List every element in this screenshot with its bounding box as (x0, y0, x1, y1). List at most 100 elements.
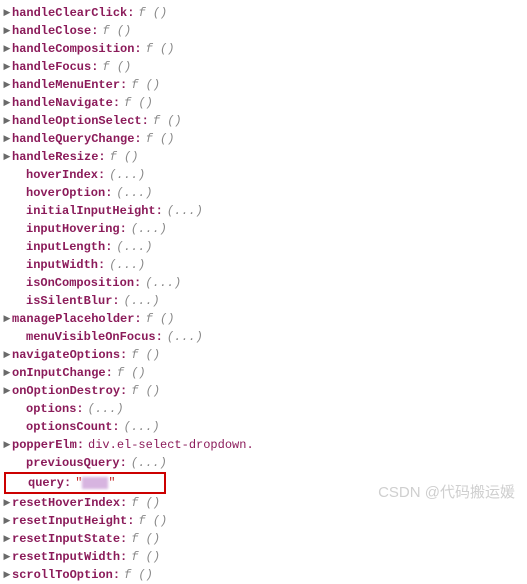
property-row[interactable]: ▶resetInputState:f () (2, 530, 527, 548)
property-value: (...) (167, 202, 203, 220)
property-key: resetHoverIndex (12, 494, 120, 512)
property-value: (...) (124, 418, 160, 436)
property-row[interactable]: ▶popperElm:div.el-select-dropdown. (2, 436, 527, 454)
property-row: menuVisibleOnFocus:(...) (2, 328, 527, 346)
property-value: (...) (109, 166, 145, 184)
property-row[interactable]: ▶handleQueryChange:f () (2, 130, 527, 148)
property-row: query:"" (2, 472, 527, 494)
colon-separator: : (105, 184, 112, 202)
property-row[interactable]: ▶onInputChange:f () (2, 364, 527, 382)
property-row[interactable]: ▶handleOptionSelect:f () (2, 112, 527, 130)
property-value: (...) (131, 454, 167, 472)
property-row[interactable]: ▶handleClearClick:f () (2, 4, 527, 22)
property-row: inputWidth:(...) (2, 256, 527, 274)
property-row[interactable]: ▶onOptionDestroy:f () (2, 382, 527, 400)
colon-separator: : (142, 112, 149, 130)
colon-separator: : (120, 76, 127, 94)
colon-separator: : (127, 512, 134, 530)
property-row: isOnComposition:(...) (2, 274, 527, 292)
colon-separator: : (113, 94, 120, 112)
colon-separator: : (156, 202, 163, 220)
property-row: isSilentBlur:(...) (2, 292, 527, 310)
property-row: inputHovering:(...) (2, 220, 527, 238)
property-key: handleNavigate (12, 94, 113, 112)
property-key: scrollToOption (12, 566, 113, 584)
expand-arrow-icon[interactable]: ▶ (2, 532, 12, 546)
expand-arrow-icon[interactable]: ▶ (2, 438, 12, 452)
expand-arrow-icon[interactable]: ▶ (2, 384, 12, 398)
property-value: " (75, 474, 82, 492)
property-value: (...) (88, 400, 124, 418)
expand-arrow-icon[interactable]: ▶ (2, 78, 12, 92)
property-key: onInputChange (12, 364, 106, 382)
property-value: f () (131, 494, 160, 512)
property-row: previousQuery:(...) (2, 454, 527, 472)
property-value: (...) (131, 220, 167, 238)
property-key: handleClearClick (12, 4, 127, 22)
colon-separator: : (113, 566, 120, 584)
expand-arrow-icon[interactable]: ▶ (2, 312, 12, 326)
property-row[interactable]: ▶handleNavigate:f () (2, 94, 527, 112)
expand-arrow-icon[interactable]: ▶ (2, 568, 12, 582)
property-row[interactable]: ▶navigateOptions:f () (2, 346, 527, 364)
expand-arrow-icon[interactable]: ▶ (2, 132, 12, 146)
expand-arrow-icon[interactable]: ▶ (2, 96, 12, 110)
property-row[interactable]: ▶managePlaceholder:f () (2, 310, 527, 328)
property-key: handleMenuEnter (12, 76, 120, 94)
colon-separator: : (98, 256, 105, 274)
property-row[interactable]: ▶handleFocus:f () (2, 58, 527, 76)
property-row[interactable]: ▶handleComposition:f () (2, 40, 527, 58)
property-value: f () (124, 94, 153, 112)
object-property-list: ▶handleClearClick:f ()▶handleClose:f ()▶… (2, 4, 527, 584)
property-row: options:(...) (2, 400, 527, 418)
property-value: f () (131, 76, 160, 94)
property-row[interactable]: ▶handleMenuEnter:f () (2, 76, 527, 94)
expand-arrow-icon[interactable]: ▶ (2, 514, 12, 528)
expand-arrow-icon[interactable]: ▶ (2, 496, 12, 510)
property-value: f () (138, 512, 167, 530)
property-value: (...) (109, 256, 145, 274)
expand-arrow-icon[interactable]: ▶ (2, 150, 12, 164)
property-value: f () (146, 40, 175, 58)
property-row[interactable]: ▶handleResize:f () (2, 148, 527, 166)
property-key: optionsCount (26, 418, 112, 436)
redacted-value (82, 477, 108, 489)
expand-arrow-icon[interactable]: ▶ (2, 6, 12, 20)
property-value: f () (146, 310, 175, 328)
property-value: f () (138, 4, 167, 22)
colon-separator: : (106, 364, 113, 382)
property-row[interactable]: ▶scrollToOption:f () (2, 566, 527, 584)
property-value: (...) (145, 274, 181, 292)
property-key: options (26, 400, 76, 418)
property-key: initialInputHeight (26, 202, 156, 220)
highlighted-property: query:"" (4, 472, 166, 494)
expand-arrow-icon[interactable]: ▶ (2, 60, 12, 74)
expand-arrow-icon[interactable]: ▶ (2, 550, 12, 564)
colon-separator: : (120, 530, 127, 548)
expand-arrow-icon[interactable]: ▶ (2, 348, 12, 362)
expand-arrow-icon[interactable]: ▶ (2, 42, 12, 56)
colon-separator: : (120, 494, 127, 512)
property-value: div.el-select-dropdown. (88, 436, 254, 454)
colon-separator: : (120, 382, 127, 400)
property-row: inputLength:(...) (2, 238, 527, 256)
property-value: f () (124, 566, 153, 584)
property-value: f () (131, 382, 160, 400)
property-key: inputLength (26, 238, 105, 256)
property-row[interactable]: ▶resetInputWidth:f () (2, 548, 527, 566)
property-row[interactable]: ▶handleClose:f () (2, 22, 527, 40)
property-value: f () (110, 148, 139, 166)
colon-separator: : (134, 40, 141, 58)
expand-arrow-icon[interactable]: ▶ (2, 366, 12, 380)
property-value: f () (131, 530, 160, 548)
property-value: (...) (124, 292, 160, 310)
property-value: f () (102, 58, 131, 76)
property-row[interactable]: ▶resetInputHeight:f () (2, 512, 527, 530)
expand-arrow-icon[interactable]: ▶ (2, 24, 12, 38)
property-value: (...) (167, 328, 203, 346)
property-row: hoverOption:(...) (2, 184, 527, 202)
expand-arrow-icon[interactable]: ▶ (2, 114, 12, 128)
property-key: menuVisibleOnFocus (26, 328, 156, 346)
property-row[interactable]: ▶resetHoverIndex:f () (2, 494, 527, 512)
property-key: inputHovering (26, 220, 120, 238)
